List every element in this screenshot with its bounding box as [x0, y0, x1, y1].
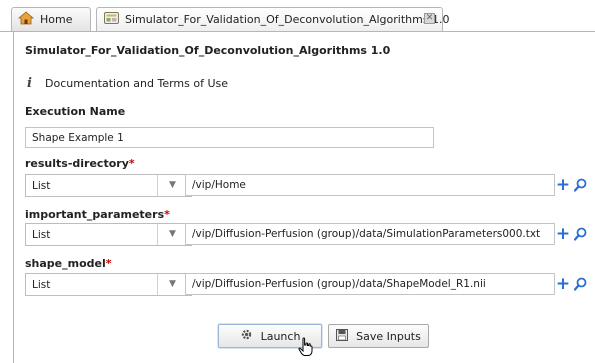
- param-label-results-directory: results-directory*: [25, 157, 135, 170]
- tab-home-label: Home: [40, 13, 73, 26]
- plus-icon[interactable]: +: [556, 226, 570, 243]
- app-title: Simulator_For_Validation_Of_Deconvolutio…: [25, 44, 391, 57]
- plus-icon[interactable]: +: [556, 276, 570, 293]
- select-value: List: [32, 279, 51, 291]
- results-directory-path-input[interactable]: [185, 174, 555, 196]
- save-inputs-label: Save Inputs: [356, 329, 421, 343]
- app-icon: [104, 11, 119, 28]
- home-icon: [17, 11, 35, 28]
- important-parameters-path-input[interactable]: [185, 223, 555, 245]
- param-label-important-parameters: important_parameters*: [25, 208, 170, 221]
- tab-simulator-label: Simulator_For_Validation_Of_Deconvolutio…: [125, 13, 450, 26]
- close-icon[interactable]: ✕: [424, 13, 435, 24]
- shape-model-type-select[interactable]: List ▼: [25, 273, 192, 296]
- save-icon: [336, 328, 349, 344]
- select-separator: [157, 175, 158, 196]
- required-marker: *: [128, 157, 135, 170]
- save-inputs-button[interactable]: Save Inputs: [328, 324, 429, 348]
- required-marker: *: [164, 208, 170, 221]
- app-panel: Simulator_For_Validation_Of_Deconvolutio…: [13, 32, 595, 363]
- gear-icon: [240, 328, 253, 344]
- plus-icon[interactable]: +: [556, 177, 570, 194]
- select-value: List: [32, 180, 51, 192]
- tab-simulator[interactable]: Simulator_For_Validation_Of_Deconvolutio…: [96, 7, 450, 31]
- info-icon: i: [25, 75, 37, 92]
- required-marker: *: [105, 257, 112, 270]
- launch-label: Launch: [260, 329, 301, 343]
- chevron-down-icon[interactable]: ▼: [169, 229, 176, 239]
- search-icon[interactable]: [573, 276, 587, 292]
- svg-text:i: i: [27, 76, 32, 89]
- chevron-down-icon[interactable]: ▼: [169, 279, 176, 289]
- documentation-link[interactable]: i Documentation and Terms of Use: [25, 75, 228, 92]
- hand-cursor-icon: [298, 337, 313, 360]
- tab-bar: Home Simulator_For_Validation_Of_Deconvo…: [0, 0, 595, 33]
- search-icon[interactable]: [573, 226, 587, 242]
- shape-model-path-input[interactable]: [185, 273, 555, 295]
- search-icon[interactable]: [573, 177, 587, 193]
- tab-home[interactable]: Home: [11, 7, 91, 31]
- documentation-label: Documentation and Terms of Use: [45, 77, 229, 90]
- results-directory-type-select[interactable]: List ▼: [25, 174, 192, 197]
- select-value: List: [32, 229, 51, 241]
- select-separator: [157, 224, 158, 245]
- select-separator: [157, 274, 158, 295]
- execution-name-label: Execution Name: [25, 105, 126, 118]
- execution-name-input[interactable]: [25, 127, 434, 148]
- chevron-down-icon[interactable]: ▼: [169, 180, 176, 190]
- important-parameters-type-select[interactable]: List ▼: [25, 223, 192, 246]
- param-label-shape-model: shape_model*: [25, 257, 112, 270]
